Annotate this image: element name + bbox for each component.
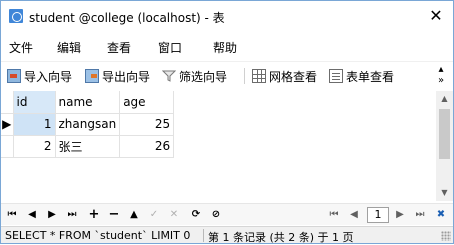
next-record-icon[interactable]: ▶ bbox=[45, 207, 59, 223]
apply-icon[interactable]: ✓ bbox=[147, 207, 161, 223]
menu-view[interactable]: 查看 bbox=[107, 39, 131, 56]
last-record-icon[interactable]: ⏭ bbox=[65, 207, 79, 223]
column-header-name[interactable]: name bbox=[55, 91, 121, 114]
first-page-icon[interactable]: ⏮ bbox=[327, 207, 341, 223]
column-header-id[interactable]: id bbox=[13, 91, 56, 114]
record-count-status: 第 1 条记录 (共 2 条) 于 1 页 bbox=[208, 231, 354, 244]
toolbar-separator bbox=[244, 68, 245, 84]
row-indicator bbox=[1, 135, 14, 158]
menu-edit[interactable]: 编辑 bbox=[57, 39, 81, 56]
stop-icon[interactable]: ⊘ bbox=[209, 207, 223, 223]
next-page-icon[interactable]: ▶ bbox=[393, 207, 407, 223]
resize-grip-icon[interactable] bbox=[441, 231, 451, 241]
first-record-icon[interactable]: ⏮ bbox=[5, 207, 19, 223]
row-indicator-header bbox=[1, 91, 14, 114]
import-icon bbox=[7, 69, 21, 83]
chevron-up-icon: ▴ bbox=[438, 64, 444, 75]
import-wizard-label: 导入向导 bbox=[24, 69, 73, 84]
form-view-button[interactable]: 表单查看 bbox=[329, 66, 394, 86]
table-window: student @college (localhost) - 表 ✕ 文件 编辑… bbox=[0, 0, 454, 244]
cell-name[interactable]: zhangsan bbox=[55, 113, 121, 136]
filter-wizard-button[interactable]: 筛选向导 bbox=[162, 66, 227, 86]
filter-wizard-label: 筛选向导 bbox=[179, 69, 228, 84]
menu-bar: 文件 编辑 查看 窗口 帮助 bbox=[1, 33, 453, 59]
grid-icon bbox=[252, 69, 266, 83]
menu-window[interactable]: 窗口 bbox=[158, 39, 182, 56]
title-bar: student @college (localhost) - 表 ✕ bbox=[1, 1, 453, 31]
form-view-label: 表单查看 bbox=[346, 69, 395, 84]
export-icon bbox=[85, 69, 99, 83]
table-row[interactable]: 2 张三 26 bbox=[1, 135, 175, 158]
menu-help[interactable]: 帮助 bbox=[213, 39, 237, 56]
form-icon bbox=[329, 69, 343, 83]
records-table: id name age ▶ 1 zhangsan 25 2 张三 26 bbox=[1, 91, 175, 158]
refresh-icon[interactable]: ⟳ bbox=[189, 207, 203, 223]
cell-age[interactable]: 26 bbox=[119, 135, 175, 158]
window-title: student @college (localhost) - 表 bbox=[29, 11, 225, 25]
current-row-marker: ▶ bbox=[1, 113, 14, 136]
cell-id[interactable]: 2 bbox=[13, 135, 56, 158]
export-wizard-label: 导出向导 bbox=[102, 69, 151, 84]
cell-name[interactable]: 张三 bbox=[55, 135, 121, 158]
scroll-up-icon[interactable]: ▲ bbox=[436, 91, 453, 107]
table-row[interactable]: ▶ 1 zhangsan 25 bbox=[1, 113, 175, 136]
record-navigator: ⏮ ◀ ▶ ⏭ + − ▲ ✓ ✕ ⟳ ⊘ ⏮ ◀ 1 ▶ ⏭ ✖ bbox=[1, 203, 453, 225]
grid-view-label: 网格查看 bbox=[269, 69, 318, 84]
add-record-icon[interactable]: + bbox=[87, 207, 101, 223]
move-up-icon[interactable]: ▲ bbox=[127, 207, 141, 223]
cancel-icon[interactable]: ✕ bbox=[167, 207, 181, 223]
toolbar: 导入向导 导出向导 筛选向导 网格查看 表单查看 ▴ » bbox=[1, 61, 453, 89]
cell-age[interactable]: 25 bbox=[119, 113, 175, 136]
status-divider bbox=[203, 229, 204, 242]
last-page-icon[interactable]: ⏭ bbox=[413, 207, 427, 223]
page-number-field[interactable]: 1 bbox=[367, 207, 389, 223]
settings-icon[interactable]: ✖ bbox=[434, 207, 448, 223]
scroll-down-icon[interactable]: ▼ bbox=[436, 185, 453, 201]
sql-status: SELECT * FROM `student` LIMIT 0 bbox=[5, 229, 191, 242]
column-header-age[interactable]: age bbox=[119, 91, 175, 114]
toolbar-overflow-button[interactable]: ▴ » bbox=[435, 64, 447, 86]
import-wizard-button[interactable]: 导入向导 bbox=[7, 66, 72, 86]
status-bar: SELECT * FROM `student` LIMIT 0 第 1 条记录 … bbox=[1, 226, 453, 244]
filter-icon bbox=[162, 70, 176, 82]
grid-view-button[interactable]: 网格查看 bbox=[252, 66, 317, 86]
cell-id[interactable]: 1 bbox=[13, 113, 56, 136]
prev-page-icon[interactable]: ◀ bbox=[347, 207, 361, 223]
menu-file[interactable]: 文件 bbox=[9, 39, 33, 56]
double-chevron-icon: » bbox=[437, 75, 445, 86]
vertical-scrollbar[interactable]: ▲ ▼ bbox=[436, 91, 453, 201]
header-row: id name age bbox=[1, 91, 175, 114]
export-wizard-button[interactable]: 导出向导 bbox=[85, 66, 150, 86]
app-icon bbox=[9, 9, 23, 23]
prev-record-icon[interactable]: ◀ bbox=[25, 207, 39, 223]
close-button[interactable]: ✕ bbox=[425, 5, 447, 27]
scroll-thumb[interactable] bbox=[439, 109, 450, 159]
data-grid: id name age ▶ 1 zhangsan 25 2 张三 26 bbox=[1, 91, 437, 201]
delete-record-icon[interactable]: − bbox=[107, 207, 121, 223]
